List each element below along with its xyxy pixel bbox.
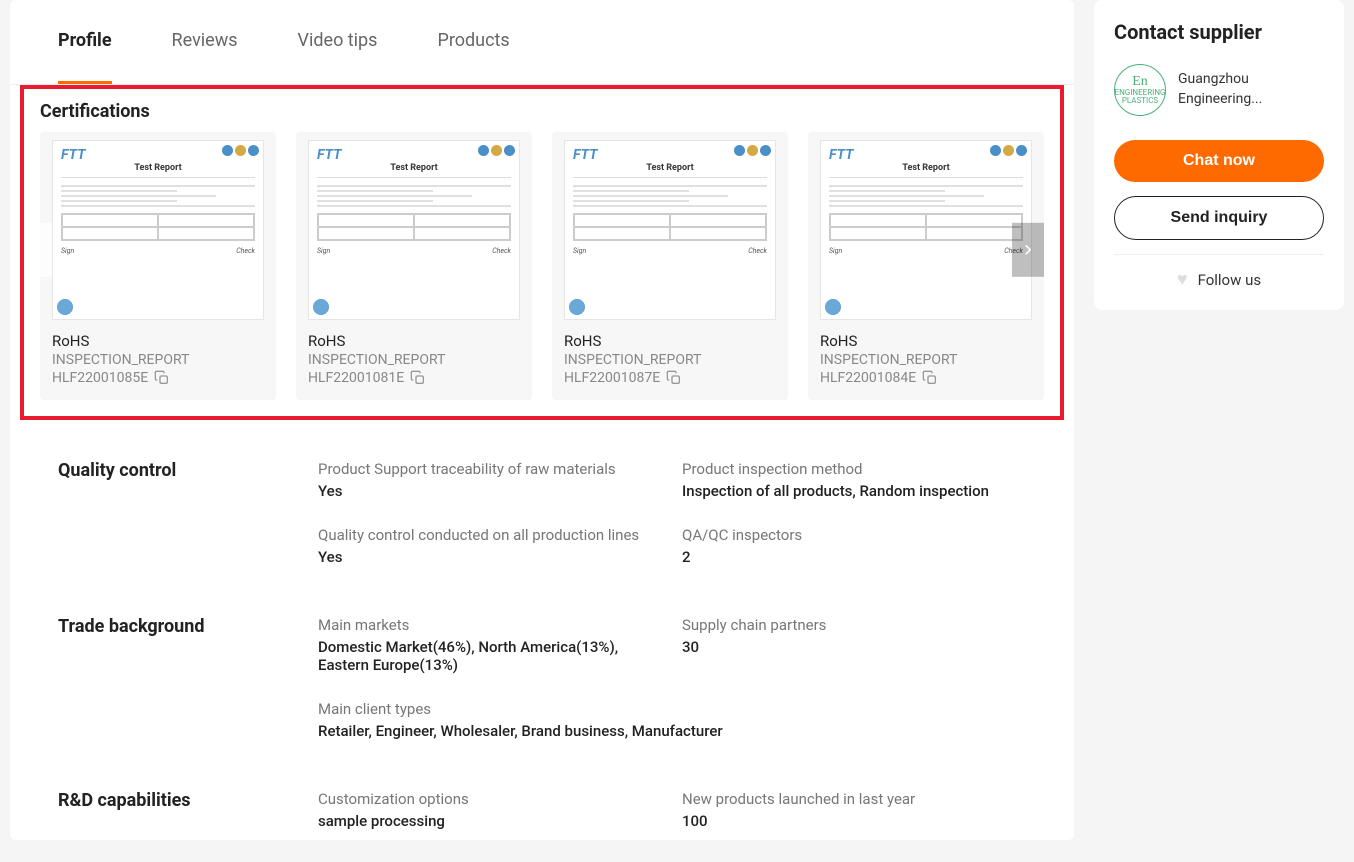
cert-subtitle: INSPECTION_REPORT: [308, 352, 520, 368]
section-heading: Quality control: [58, 460, 308, 566]
supplier-logo-icon: En ENGINEERING PLASTICS: [1114, 64, 1166, 116]
tab-reviews[interactable]: Reviews: [172, 0, 238, 84]
tab-video-tips[interactable]: Video tips: [298, 0, 378, 84]
cert-card[interactable]: FTT Test Report SignCheck RoHS INSPECTIO…: [40, 132, 276, 400]
follow-label: Follow us: [1198, 271, 1262, 289]
send-inquiry-button[interactable]: Send inquiry: [1114, 196, 1324, 240]
tab-profile[interactable]: Profile: [58, 0, 112, 84]
certifications-section: Certifications FTT Test Report SignCheck: [20, 85, 1064, 420]
cert-code: HLF22001081E: [308, 370, 404, 386]
chat-now-button[interactable]: Chat now: [1114, 140, 1324, 182]
cert-document-thumbnail: FTT Test Report SignCheck: [308, 140, 520, 320]
divider: [1114, 254, 1324, 255]
tab-products[interactable]: Products: [437, 0, 509, 84]
cert-code: HLF22001085E: [52, 370, 148, 386]
cert-label: RoHS: [308, 332, 520, 350]
rnd-capabilities-section: R&D capabilities Customization options s…: [10, 750, 1074, 840]
info-item: Product Support traceability of raw mate…: [318, 460, 662, 500]
info-item: Main markets Domestic Market(46%), North…: [318, 616, 662, 674]
cert-document-thumbnail: FTT Test Report SignCheck: [564, 140, 776, 320]
info-item: Customization options sample processing: [318, 790, 662, 830]
contact-supplier-sidebar: Contact supplier En ENGINEERING PLASTICS…: [1094, 0, 1344, 310]
info-item: Main client types Retailer, Engineer, Wh…: [318, 700, 1026, 740]
copy-icon[interactable]: [922, 370, 938, 386]
tabs: Profile Reviews Video tips Products: [10, 0, 1074, 85]
cert-subtitle: INSPECTION_REPORT: [820, 352, 1032, 368]
cert-label: RoHS: [52, 332, 264, 350]
info-item: QA/QC inspectors 2: [682, 526, 1026, 566]
copy-icon[interactable]: [410, 370, 426, 386]
cert-code: HLF22001087E: [564, 370, 660, 386]
certifications-carousel: FTT Test Report SignCheck RoHS INSPECTIO…: [40, 132, 1044, 400]
trade-background-section: Trade background Main markets Domestic M…: [10, 576, 1074, 750]
cert-subtitle: INSPECTION_REPORT: [52, 352, 264, 368]
cert-card[interactable]: FTT Test Report SignCheck RoHS INSPECTIO…: [296, 132, 532, 400]
cert-document-thumbnail: FTT Test Report SignCheck: [52, 140, 264, 320]
section-heading: R&D capabilities: [58, 790, 308, 830]
cert-code: HLF22001084E: [820, 370, 916, 386]
carousel-next-button[interactable]: [1012, 223, 1044, 277]
info-item: Quality control conducted on all product…: [318, 526, 662, 566]
supplier-info[interactable]: En ENGINEERING PLASTICS Guangzhou Engine…: [1114, 64, 1324, 116]
copy-icon[interactable]: [666, 370, 682, 386]
cert-card[interactable]: FTT Test Report SignCheck RoHS INSPECTIO…: [552, 132, 788, 400]
cert-card[interactable]: FTT Test Report SignCheck RoHS INSPECTIO…: [808, 132, 1044, 400]
info-item: New products launched in last year 100: [682, 790, 1026, 830]
certifications-title: Certifications: [40, 101, 1044, 122]
sidebar-title: Contact supplier: [1114, 20, 1324, 44]
follow-us-button[interactable]: ♥ Follow us: [1114, 269, 1324, 290]
supplier-name: Guangzhou Engineering...: [1178, 70, 1324, 109]
cert-subtitle: INSPECTION_REPORT: [564, 352, 776, 368]
cert-document-thumbnail: FTT Test Report SignCheck: [820, 140, 1032, 320]
heart-icon: ♥: [1177, 269, 1188, 290]
info-item: Product inspection method Inspection of …: [682, 460, 1026, 500]
cert-label: RoHS: [564, 332, 776, 350]
info-item: Supply chain partners 30: [682, 616, 1026, 674]
quality-control-section: Quality control Product Support traceabi…: [10, 420, 1074, 576]
copy-icon[interactable]: [154, 370, 170, 386]
cert-label: RoHS: [820, 332, 1032, 350]
main-content: Profile Reviews Video tips Products Cert…: [10, 0, 1074, 840]
section-heading: Trade background: [58, 616, 308, 740]
